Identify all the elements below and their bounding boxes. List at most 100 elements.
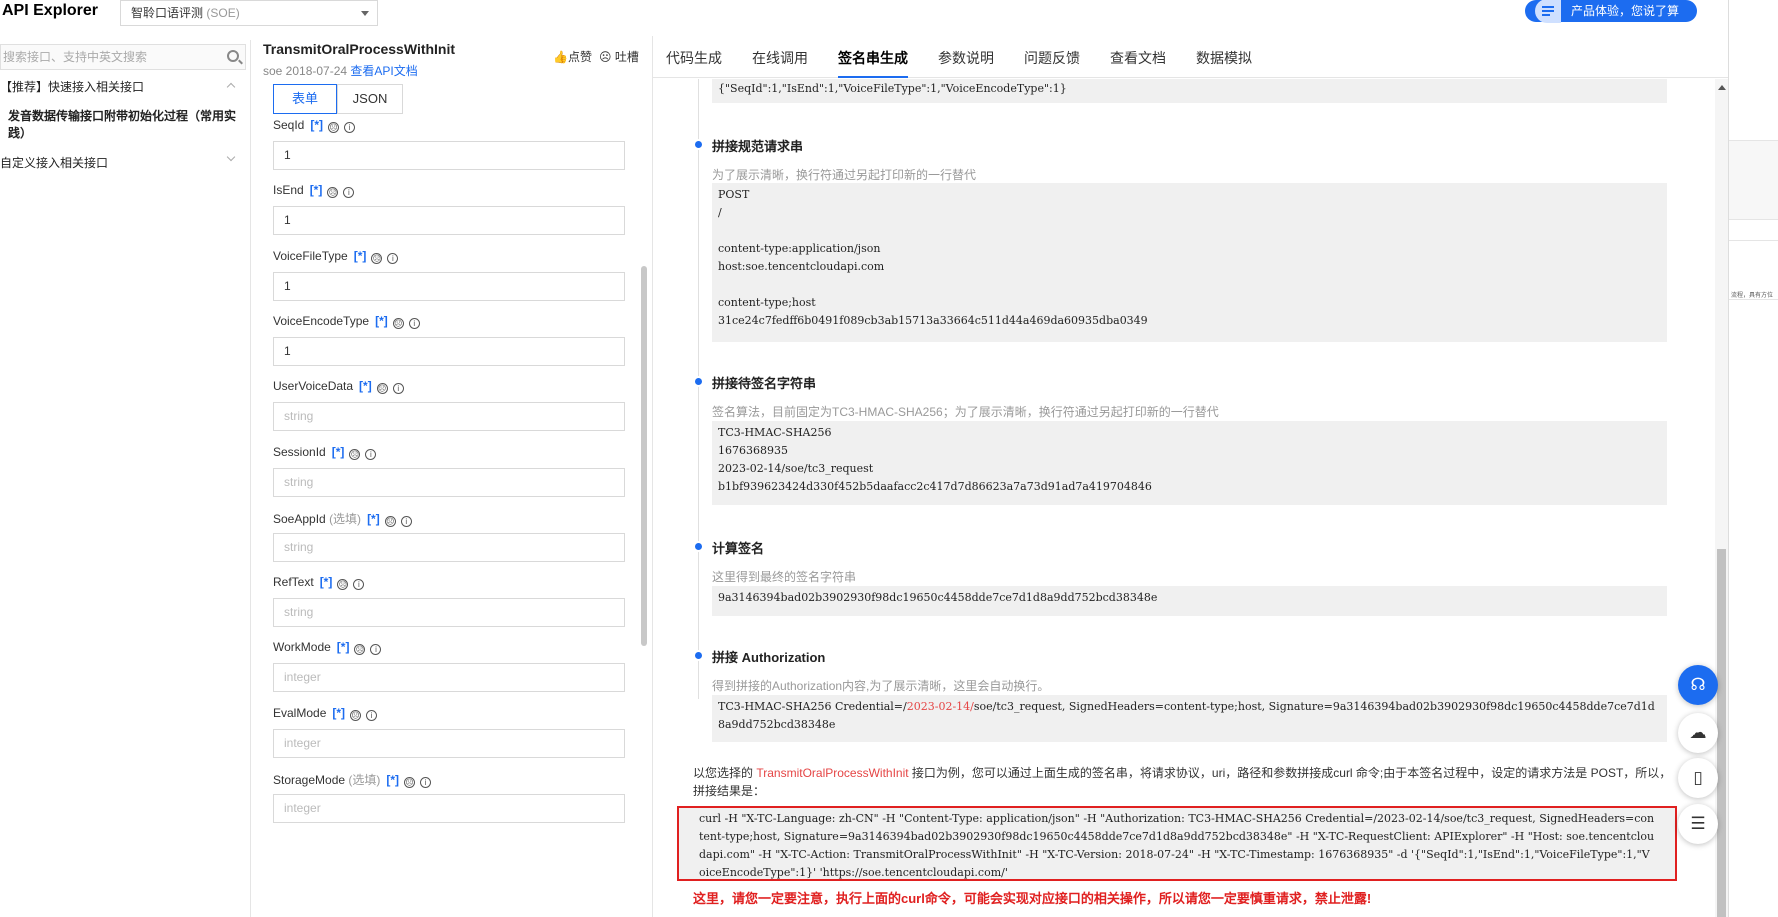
required-marker: [*] xyxy=(331,444,345,459)
promo-label: 产品体验，您说了算 xyxy=(1571,4,1680,18)
field-input[interactable]: integer xyxy=(273,794,625,823)
frown-icon[interactable]: ☹ xyxy=(371,252,383,264)
info-icon[interactable]: i xyxy=(408,317,420,329)
product-select[interactable]: 智聆口语评测 (SOE) xyxy=(120,0,378,26)
required-marker: [*] xyxy=(375,313,388,328)
info-icon[interactable]: i xyxy=(400,515,412,527)
field-label: WorkMode [*] ☹ i xyxy=(273,640,382,656)
section-title: 拼接规范请求串 xyxy=(712,139,804,154)
tab-json-mode[interactable]: JSON xyxy=(337,84,403,114)
field-input[interactable]: string xyxy=(273,467,625,497)
required-marker: [*] xyxy=(332,705,346,720)
info-icon[interactable]: i xyxy=(353,579,365,591)
frown-icon[interactable]: ☹ xyxy=(328,122,340,133)
tab-mock-data[interactable]: 数据模拟 xyxy=(1196,48,1252,68)
book-icon[interactable]: ▯ xyxy=(1678,758,1718,798)
product-select-code: (SOE) xyxy=(206,6,240,20)
field-input[interactable]: integer xyxy=(273,663,625,693)
optional-note: (选填) xyxy=(329,511,362,526)
info-icon[interactable]: i xyxy=(366,709,378,721)
chevron-up-icon[interactable] xyxy=(226,82,236,92)
app-title: API Explorer xyxy=(2,2,99,19)
scroll-up-arrow-icon[interactable] xyxy=(1718,85,1726,90)
payload-code: {"SeqId":1,"IsEnd":1,"VoiceFileType":1,"… xyxy=(712,79,1667,103)
frown-icon[interactable]: ☹ xyxy=(392,317,404,329)
frown-icon[interactable]: ☹ xyxy=(384,515,396,527)
curl-explanation: 以您选择的 TransmitOralProcessWithInit 接口为例，您… xyxy=(693,764,1673,800)
frown-icon[interactable]: ☹ xyxy=(327,187,339,199)
required-marker: [*] xyxy=(336,640,350,655)
api-search-input[interactable]: 搜索接口、支持中英文搜索 xyxy=(0,44,246,70)
field-input[interactable]: string xyxy=(273,598,625,628)
frown-icon[interactable]: ☹ xyxy=(337,579,349,591)
frown-icon[interactable]: ☹ xyxy=(349,448,361,460)
field-name: VoiceFileType xyxy=(273,248,348,263)
sidebar-item-selected-api[interactable]: 发音数据传输接口附带初始化过程（常用实践） xyxy=(8,108,240,142)
main-scrollbar[interactable] xyxy=(1715,79,1728,917)
field-label: SeqId [*] ☹ i xyxy=(273,118,356,133)
timeline-dot xyxy=(693,650,704,661)
explain-prefix: 以您选择的 xyxy=(693,766,757,780)
info-icon[interactable]: i xyxy=(365,448,377,460)
tab-params[interactable]: 参数说明 xyxy=(938,48,994,68)
tab-form-mode[interactable]: 表单 xyxy=(273,84,337,114)
tab-feedback[interactable]: 问题反馈 xyxy=(1024,48,1080,68)
like-label: 点赞 xyxy=(567,50,592,64)
info-icon[interactable]: i xyxy=(392,383,404,395)
frown-icon[interactable]: ☹ xyxy=(404,777,416,788)
field-input[interactable]: 1 xyxy=(273,271,625,301)
sidebar-group-recommended[interactable]: 【推荐】快速接入相关接口 xyxy=(0,78,144,95)
field-name: VoiceEncodeType xyxy=(273,313,370,328)
field-input[interactable]: integer xyxy=(273,728,625,758)
info-icon[interactable]: i xyxy=(387,252,399,264)
cloud-icon[interactable]: ☁ xyxy=(1678,713,1718,753)
chevron-down-icon[interactable] xyxy=(226,152,236,162)
field-name: RefText xyxy=(273,575,314,590)
field-input[interactable]: 1 xyxy=(273,141,625,170)
frown-icon[interactable]: ☹ xyxy=(350,709,362,721)
info-icon[interactable]: i xyxy=(344,122,356,133)
tab-signature[interactable]: 签名串生成 xyxy=(838,48,908,78)
feedback-promo-button[interactable]: 产品体验，您说了算 xyxy=(1525,0,1697,23)
field-input[interactable]: string xyxy=(273,532,625,562)
chevron-down-icon xyxy=(361,11,369,16)
field-name: SessionId xyxy=(273,444,326,459)
info-icon[interactable]: i xyxy=(420,777,432,788)
document-icon xyxy=(1535,0,1561,23)
tab-online-call[interactable]: 在线调用 xyxy=(752,48,808,68)
form-scrollbar[interactable] xyxy=(641,266,647,646)
section-title: 拼接 Authorization xyxy=(712,650,826,665)
field-label: StorageMode (选填) [*] ☹ i xyxy=(273,771,432,788)
sidebar-group-custom[interactable]: 自定义接入相关接口 xyxy=(0,154,108,171)
scrollbar-thumb[interactable] xyxy=(1717,549,1726,917)
field-name: SoeAppId xyxy=(273,511,326,526)
field-input[interactable]: string xyxy=(273,402,625,432)
field-name: IsEnd xyxy=(273,183,304,198)
field-input[interactable]: 1 xyxy=(273,336,625,366)
tab-code-gen[interactable]: 代码生成 xyxy=(666,48,722,68)
frown-icon[interactable]: ☹ xyxy=(354,644,366,656)
field-name: UserVoiceData xyxy=(273,379,354,394)
timeline-dot xyxy=(693,376,704,387)
api-sidebar: 搜索接口、支持中英文搜索 【推荐】快速接入相关接口 发音数据传输接口附带初始化过… xyxy=(0,40,251,917)
api-version: soe 2018-07-24 xyxy=(263,64,348,78)
required-marker: [*] xyxy=(359,379,372,394)
headset-icon[interactable]: ☊ xyxy=(1678,665,1718,705)
thumbs-up-icon: 👍 xyxy=(553,50,568,64)
section-desc: 为了展示清晰，换行符通过另起打印新的一行替代 xyxy=(712,168,977,182)
info-icon[interactable]: i xyxy=(370,644,382,656)
section-desc: 这里得到最终的签名字符串 xyxy=(712,570,857,584)
section-title: 计算签名 xyxy=(712,541,765,556)
frown-icon: ☹ xyxy=(599,50,612,64)
search-icon[interactable] xyxy=(227,50,239,62)
frown-icon[interactable]: ☹ xyxy=(376,383,388,395)
feedback-button[interactable]: ☹ 吐槽 xyxy=(599,48,639,65)
request-form-panel: TransmitOralProcessWithInit soe 2018-07-… xyxy=(251,36,653,917)
like-button[interactable]: 👍点赞 xyxy=(553,48,592,65)
info-icon[interactable]: i xyxy=(343,187,355,199)
list-icon[interactable]: ☰ xyxy=(1678,804,1718,844)
required-marker: [*] xyxy=(309,183,323,198)
api-doc-link[interactable]: 查看API文档 xyxy=(350,64,417,78)
tab-docs[interactable]: 查看文档 xyxy=(1110,48,1166,68)
field-input[interactable]: 1 xyxy=(273,206,625,236)
